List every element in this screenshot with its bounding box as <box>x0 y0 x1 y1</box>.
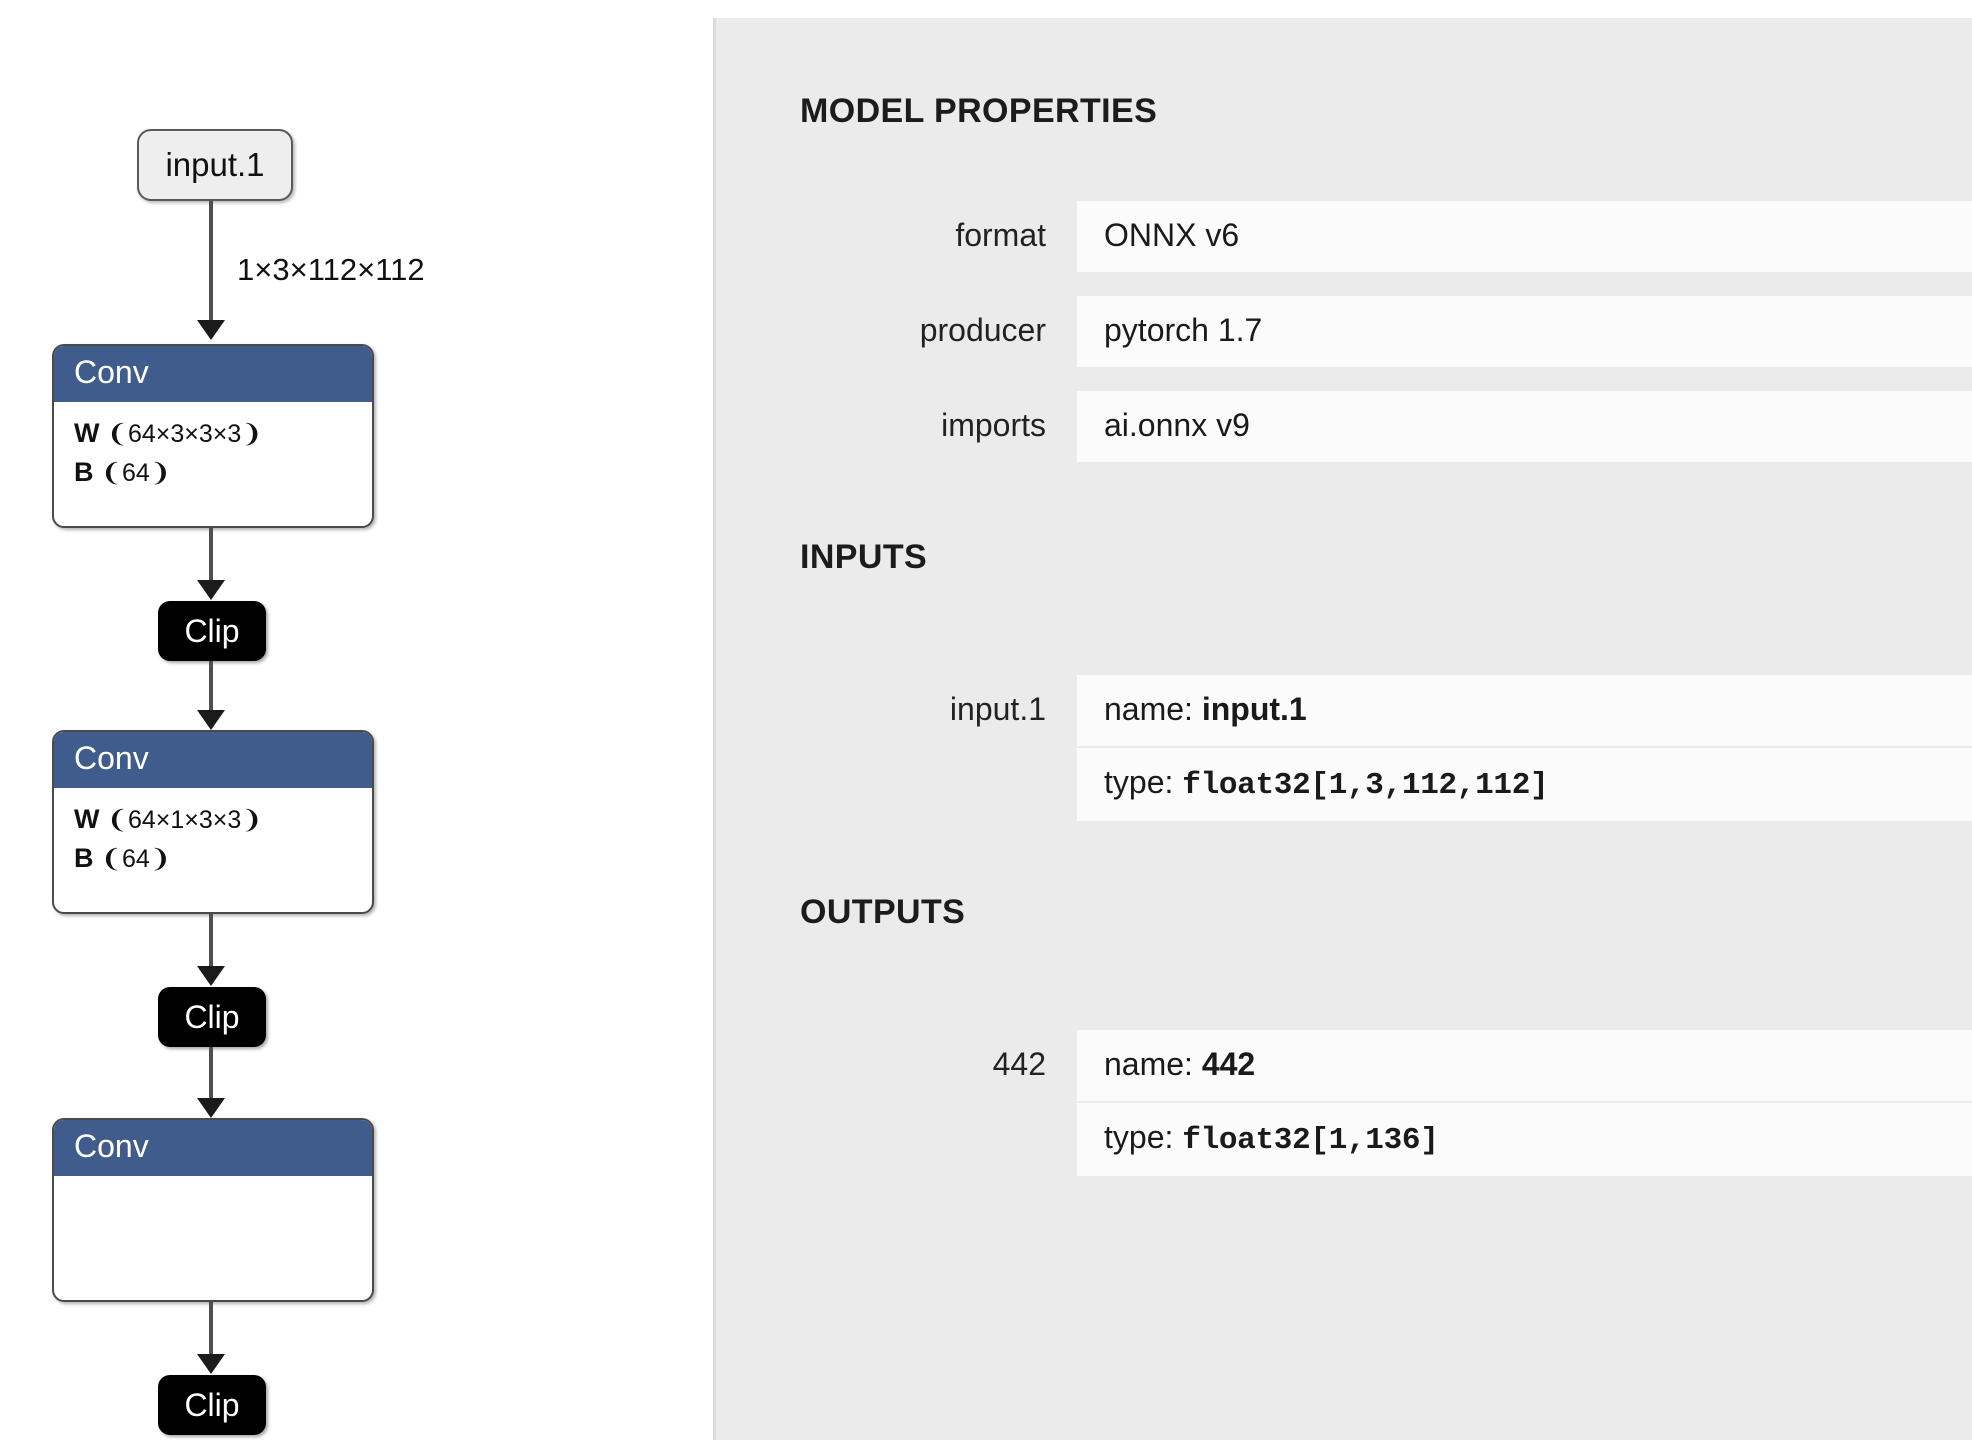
graph-node-clip-3[interactable]: Clip <box>158 1375 266 1435</box>
input-row-input1: input.1 name: input.1 type: float32[1,3,… <box>716 675 1972 821</box>
output-row-442: 442 name: 442 type: float32[1,136] <box>716 1030 1972 1176</box>
input-name-text: input.1 <box>1202 691 1307 727</box>
model-properties-heading: MODEL PROPERTIES <box>716 92 1972 131</box>
property-name-format: format <box>716 201 1046 254</box>
output-type-value[interactable]: type: float32[1,136] <box>1077 1101 1972 1176</box>
graph-edge-arrow <box>197 1354 225 1374</box>
graph-node-attr-value: ❨64❩ <box>101 845 171 873</box>
property-value-format[interactable]: ONNX v6 <box>1077 201 1972 272</box>
graph-edge-arrow <box>197 320 225 340</box>
graph-node-attr-value: ❨64❩ <box>101 459 171 487</box>
graph-node-attr: W ❨64×3×3×3❩ <box>74 414 352 453</box>
property-row-imports: imports ai.onnx v9 <box>716 391 1972 462</box>
graph-node-attr-key: B <box>74 457 94 487</box>
graph-node-input-label: input.1 <box>165 146 264 184</box>
output-values: name: 442 type: float32[1,136] <box>1077 1030 1972 1176</box>
inputs-heading: INPUTS <box>716 538 1972 577</box>
output-name-text: 442 <box>1202 1046 1255 1082</box>
graph-node-clip-1-label: Clip <box>184 613 239 650</box>
graph-node-attr-key: W <box>74 804 99 834</box>
property-value-imports[interactable]: ai.onnx v9 <box>1077 391 1972 462</box>
graph-node-attr-value: ❨64×1×3×3❩ <box>107 806 262 834</box>
property-row-format: format ONNX v6 <box>716 201 1972 272</box>
graph-node-conv-3-title: Conv <box>54 1120 372 1176</box>
graph-edge-line <box>209 914 213 971</box>
graph-edge-arrow <box>197 710 225 730</box>
graph-node-conv-3-attrs <box>54 1176 372 1202</box>
input-type-key: type: <box>1104 764 1173 800</box>
properties-sidebar[interactable]: MODEL PROPERTIES format ONNX v6 producer… <box>713 18 1972 1440</box>
property-row-producer: producer pytorch 1.7 <box>716 296 1972 367</box>
output-name-value[interactable]: name: 442 <box>1077 1030 1972 1101</box>
output-type-text: float32[1,136] <box>1182 1123 1438 1158</box>
graph-node-clip-3-label: Clip <box>184 1387 239 1424</box>
graph-node-attr-key: W <box>74 418 99 448</box>
graph-node-clip-2-label: Clip <box>184 999 239 1036</box>
input-name-key: name: <box>1104 691 1193 727</box>
input-name-value[interactable]: name: input.1 <box>1077 675 1972 746</box>
graph-node-conv-3[interactable]: Conv <box>52 1118 374 1302</box>
property-values: ai.onnx v9 <box>1077 391 1972 462</box>
property-name-imports: imports <box>716 391 1046 444</box>
graph-node-clip-2[interactable]: Clip <box>158 987 266 1047</box>
output-name-key: name: <box>1104 1046 1193 1082</box>
graph-node-attr-value: ❨64×3×3×3❩ <box>107 420 262 448</box>
outputs-heading: OUTPUTS <box>716 893 1972 932</box>
graph-node-conv-2-attrs: W ❨64×1×3×3❩ B ❨64❩ <box>54 788 372 892</box>
graph-edge-arrow <box>197 1098 225 1118</box>
output-type-key: type: <box>1104 1119 1173 1155</box>
graph-node-attr-key: B <box>74 843 94 873</box>
property-values: pytorch 1.7 <box>1077 296 1972 367</box>
graph-edge-arrow <box>197 580 225 600</box>
graph-edge-line <box>209 1302 213 1359</box>
input-type-value[interactable]: type: float32[1,3,112,112] <box>1077 746 1972 821</box>
graph-node-conv-1-title: Conv <box>54 346 372 402</box>
model-graph-canvas[interactable]: input.1 1×3×112×112 Conv W ❨64×3×3×3❩ B … <box>0 0 713 1440</box>
graph-node-attr: B ❨64❩ <box>74 453 352 492</box>
graph-node-conv-1[interactable]: Conv W ❨64×3×3×3❩ B ❨64❩ <box>52 344 374 528</box>
graph-node-attr: W ❨64×1×3×3❩ <box>74 800 352 839</box>
graph-node-clip-1[interactable]: Clip <box>158 601 266 661</box>
property-value-producer[interactable]: pytorch 1.7 <box>1077 296 1972 367</box>
graph-edge-line <box>209 201 213 325</box>
input-type-text: float32[1,3,112,112] <box>1182 768 1548 803</box>
output-name-label: 442 <box>716 1030 1046 1083</box>
graph-edge-arrow <box>197 966 225 986</box>
graph-node-conv-1-attrs: W ❨64×3×3×3❩ B ❨64❩ <box>54 402 372 506</box>
property-values: ONNX v6 <box>1077 201 1972 272</box>
input-values: name: input.1 type: float32[1,3,112,112] <box>1077 675 1972 821</box>
graph-edge-line <box>209 528 213 585</box>
graph-node-conv-2-title: Conv <box>54 732 372 788</box>
graph-node-conv-2[interactable]: Conv W ❨64×1×3×3❩ B ❨64❩ <box>52 730 374 914</box>
graph-edge-label-shape: 1×3×112×112 <box>237 252 425 288</box>
input-name-label: input.1 <box>716 675 1046 728</box>
graph-node-input[interactable]: input.1 <box>137 129 293 201</box>
graph-node-attr: B ❨64❩ <box>74 839 352 878</box>
property-name-producer: producer <box>716 296 1046 349</box>
